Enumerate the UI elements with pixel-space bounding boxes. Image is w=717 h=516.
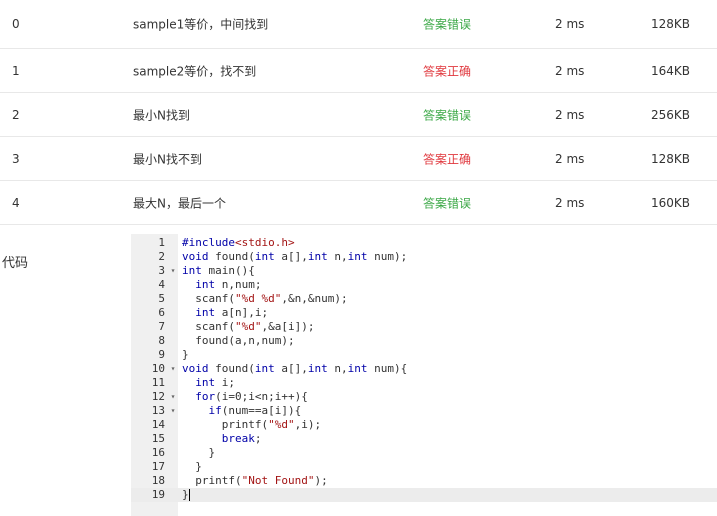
code-text[interactable]: int i; (182, 376, 235, 390)
code-line[interactable]: 15 break; (131, 432, 717, 446)
code-line[interactable]: 12 ▾ for(i=0;i<n;i++){ (131, 390, 717, 404)
line-number: 14 (151, 418, 165, 431)
result-memory: 160KB (651, 195, 691, 210)
code-line[interactable]: 9} (131, 348, 717, 362)
result-index: 0 (12, 17, 20, 31)
line-number: 4 (158, 278, 165, 291)
code-text[interactable]: void found(int a[],int n,int num){ (182, 362, 407, 376)
result-index: 3 (12, 151, 20, 166)
result-row: 2 最小N找到 答案错误 2 ms 256KB (0, 93, 717, 137)
line-number: 16 (151, 446, 165, 459)
line-number: 17 (151, 460, 165, 473)
code-text[interactable]: } (182, 460, 202, 474)
result-index: 4 (12, 195, 20, 210)
result-index: 2 (12, 107, 20, 122)
result-row: 4 最大N，最后一个 答案错误 2 ms 160KB (0, 181, 717, 225)
result-row: 1 sample2等价，找不到 答案正确 2 ms 164KB (0, 49, 717, 93)
line-number: 12 (151, 390, 165, 403)
code-line[interactable]: 16 } (131, 446, 717, 460)
code-line[interactable]: 11 int i; (131, 376, 717, 390)
code-text[interactable]: } (182, 488, 190, 502)
code-line[interactable]: 8 found(a,n,num); (131, 334, 717, 348)
result-row: 3 最小N找不到 答案正确 2 ms 128KB (0, 137, 717, 181)
result-time: 2 ms (555, 151, 585, 166)
line-number: 9 (158, 348, 165, 361)
code-editor[interactable]: 1 #include<stdio.h> 2 void found(int a[],in… (131, 234, 717, 516)
code-line[interactable]: 2 void found(int a[],int n,int num); (131, 250, 717, 264)
result-name: 最小N找到 (133, 108, 190, 122)
code-line[interactable]: 14 printf("%d",i); (131, 418, 717, 432)
result-memory: 128KB (651, 151, 691, 166)
code-section-label: 代码 (2, 256, 29, 271)
code-text[interactable]: printf("%d",i); (182, 418, 321, 432)
code-line[interactable]: 13 ▾ if(num==a[i]){ (131, 404, 717, 418)
result-index: 1 (12, 63, 20, 78)
caret-down-icon[interactable]: ▾ (168, 264, 178, 278)
code-line[interactable]: 4 int n,num; (131, 278, 717, 292)
line-number: 8 (158, 334, 165, 347)
code-text[interactable]: } (182, 348, 189, 362)
code-line[interactable]: 17 } (131, 460, 717, 474)
code-line[interactable]: 19} (131, 488, 717, 502)
text-cursor (188, 489, 190, 501)
result-name: sample1等价，中间找到 (133, 17, 269, 32)
code-text[interactable]: scanf("%d",&a[i]); (182, 320, 314, 334)
result-memory: 128KB (651, 17, 691, 31)
line-number: 18 (151, 474, 165, 487)
result-name: 最大N，最后一个 (133, 196, 226, 210)
line-number: 10 (151, 362, 165, 375)
result-memory: 256KB (651, 107, 691, 122)
line-number: 6 (158, 306, 165, 319)
code-line[interactable]: 10 ▾ void found(int a[],int n,int num){ (131, 362, 717, 376)
status-badge: 答案错误 (423, 108, 472, 122)
code-text[interactable]: int main(){ (182, 264, 255, 278)
status-badge: 答案错误 (423, 17, 472, 32)
result-row: 0 sample1等价，中间找到 答案错误 2 ms 128KB (0, 0, 717, 49)
status-badge: 答案正确 (423, 152, 472, 166)
code-text[interactable]: int a[n],i; (182, 306, 268, 320)
code-text[interactable]: printf("Not Found"); (182, 474, 327, 488)
code-text[interactable]: } (182, 446, 215, 460)
code-text[interactable]: void found(int a[],int n,int num); (182, 250, 407, 264)
code-line[interactable]: 5 scanf("%d %d",&n,&num); (131, 292, 717, 306)
test-results-table: 0 sample1等价，中间找到 答案错误 2 ms 128KB 1 sample2等价，找… (0, 0, 717, 225)
code-line[interactable]: 1 #include<stdio.h> (131, 236, 717, 250)
line-number: 3 (158, 264, 165, 277)
result-time: 2 ms (555, 63, 585, 78)
caret-down-icon[interactable]: ▾ (168, 362, 178, 376)
line-number: 1 (158, 236, 165, 249)
line-number: 7 (158, 320, 165, 333)
code-line[interactable]: 6 int a[n],i; (131, 306, 717, 320)
code-line[interactable]: 3 ▾ int main(){ (131, 264, 717, 278)
line-number: 5 (158, 292, 165, 305)
code-text[interactable]: if(num==a[i]){ (182, 404, 302, 418)
code-lines[interactable]: 1 #include<stdio.h> 2 void found(int a[],in… (131, 236, 717, 502)
status-badge: 答案错误 (423, 196, 472, 210)
line-number: 11 (151, 376, 165, 389)
result-name: sample2等价，找不到 (133, 64, 257, 78)
result-time: 2 ms (555, 17, 585, 31)
result-memory: 164KB (651, 63, 691, 78)
code-text[interactable]: found(a,n,num); (182, 334, 294, 348)
code-text[interactable]: scanf("%d %d",&n,&num); (182, 292, 347, 306)
code-text[interactable]: #include<stdio.h> (182, 236, 295, 250)
code-line[interactable]: 7 scanf("%d",&a[i]); (131, 320, 717, 334)
code-text[interactable]: for(i=0;i<n;i++){ (182, 390, 308, 404)
code-text[interactable]: break; (182, 432, 262, 446)
line-number: 13 (151, 404, 165, 417)
line-number: 19 (151, 488, 165, 501)
caret-down-icon[interactable]: ▾ (168, 404, 178, 418)
line-number: 15 (151, 432, 165, 445)
result-time: 2 ms (555, 195, 585, 210)
line-number: 2 (158, 250, 165, 263)
result-time: 2 ms (555, 107, 585, 122)
code-text[interactable]: int n,num; (182, 278, 261, 292)
status-badge: 答案正确 (423, 64, 472, 78)
caret-down-icon[interactable]: ▾ (168, 390, 178, 404)
result-name: 最小N找不到 (133, 152, 202, 166)
code-line[interactable]: 18 printf("Not Found"); (131, 474, 717, 488)
